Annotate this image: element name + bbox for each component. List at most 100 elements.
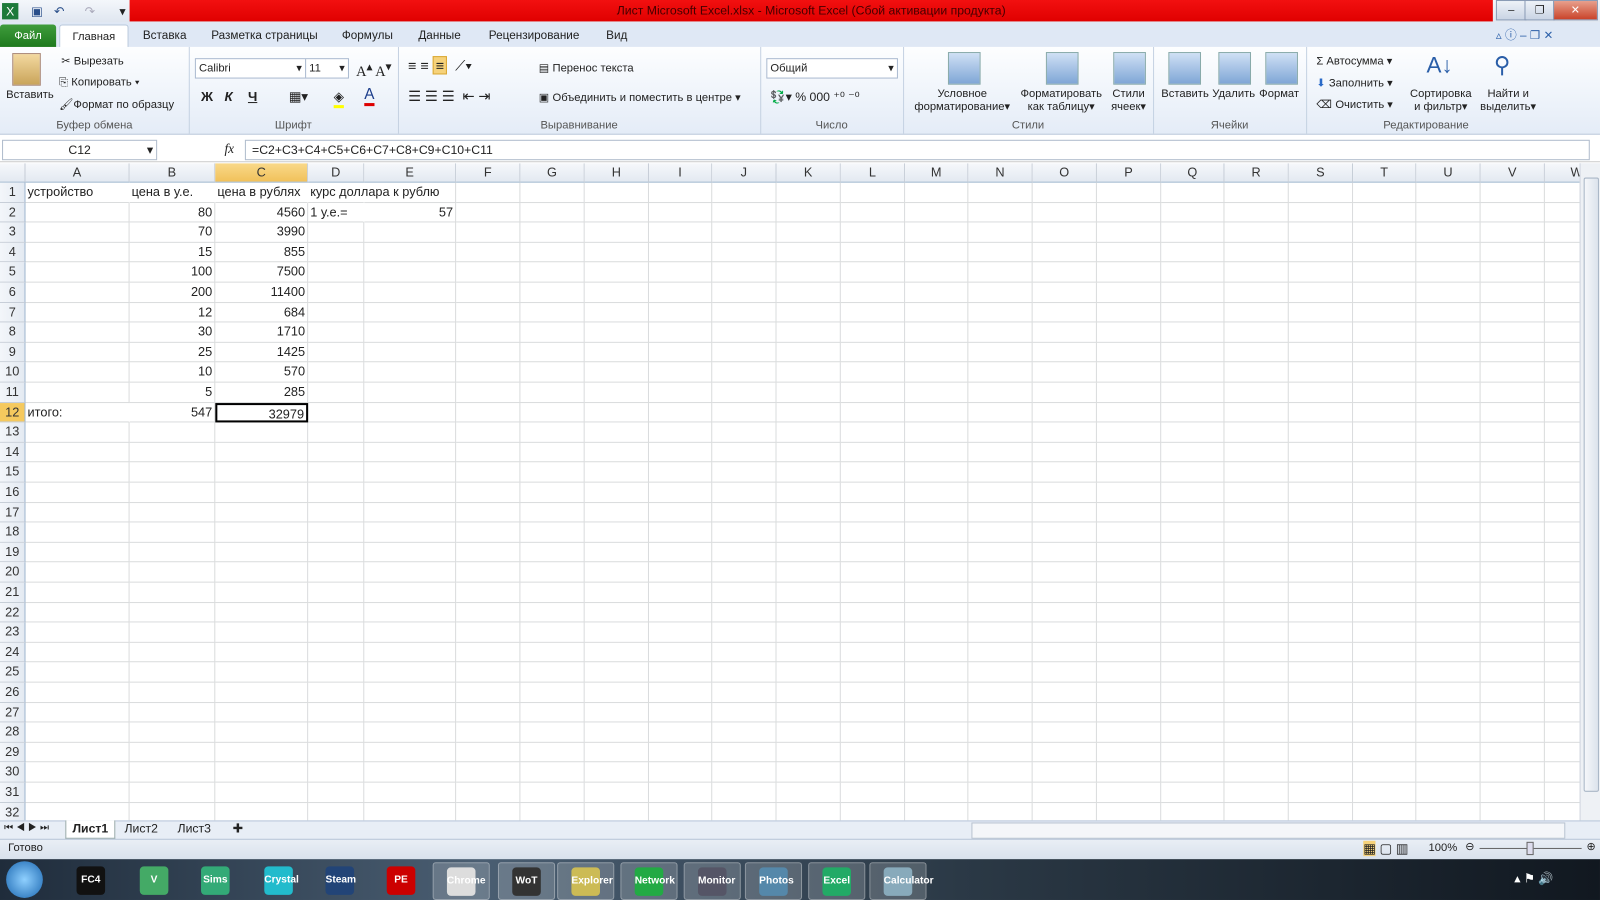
- cell-W32[interactable]: [1545, 803, 1580, 821]
- cell-G13[interactable]: [520, 422, 585, 443]
- cell-J6[interactable]: [712, 282, 777, 303]
- cell-W10[interactable]: [1544, 363, 1580, 383]
- cell-U22[interactable]: [1416, 602, 1481, 623]
- cell-G25[interactable]: [520, 662, 585, 683]
- cell-B13[interactable]: [129, 422, 216, 443]
- paste-button[interactable]: Вставить: [6, 89, 54, 101]
- start-button[interactable]: [6, 861, 43, 898]
- sheet-tab-2[interactable]: Лист2: [118, 820, 164, 837]
- cell-Q24[interactable]: [1161, 642, 1225, 663]
- cell-T26[interactable]: [1353, 682, 1417, 703]
- cell-F27[interactable]: [456, 702, 521, 723]
- cell-S31[interactable]: [1288, 782, 1354, 803]
- cell-Q4[interactable]: [1161, 242, 1225, 263]
- cell-M28[interactable]: [905, 722, 969, 743]
- cell-B2[interactable]: 80: [129, 202, 216, 223]
- cell-L2[interactable]: [840, 202, 906, 223]
- row-header-2[interactable]: 2: [0, 202, 26, 223]
- cell-L27[interactable]: [840, 702, 906, 723]
- cell-P11[interactable]: [1096, 382, 1162, 403]
- cell-D25[interactable]: [308, 662, 365, 683]
- cell-E17[interactable]: [364, 502, 457, 523]
- cell-T11[interactable]: [1353, 382, 1417, 403]
- cell-H7[interactable]: [584, 302, 649, 323]
- cell-A31[interactable]: [25, 782, 130, 803]
- cell-N25[interactable]: [968, 662, 1033, 683]
- cell-L6[interactable]: [840, 282, 906, 303]
- cell-K31[interactable]: [776, 782, 841, 803]
- cell-Q31[interactable]: [1161, 782, 1225, 803]
- cell-C12[interactable]: 32979: [215, 402, 309, 423]
- cell-K24[interactable]: [776, 642, 841, 663]
- cell-S4[interactable]: [1288, 242, 1354, 263]
- cell-E3[interactable]: [364, 222, 457, 243]
- cell-R11[interactable]: [1224, 382, 1289, 403]
- cell-K20[interactable]: [776, 562, 841, 583]
- cell-U9[interactable]: [1416, 342, 1481, 363]
- cell-W7[interactable]: [1544, 303, 1580, 323]
- cell-W16[interactable]: [1544, 483, 1580, 503]
- cell-M12[interactable]: [905, 402, 969, 423]
- cell-I27[interactable]: [648, 702, 713, 723]
- row-header-5[interactable]: 5: [0, 262, 26, 283]
- autosum-button[interactable]: Σ Автосумма ▾: [1316, 54, 1392, 67]
- cell-S15[interactable]: [1288, 462, 1354, 483]
- cell-R18[interactable]: [1224, 522, 1289, 543]
- cell-P7[interactable]: [1096, 302, 1162, 323]
- cell-P8[interactable]: [1096, 322, 1162, 343]
- cell-J3[interactable]: [712, 222, 777, 243]
- cell-P13[interactable]: [1096, 422, 1162, 443]
- cell-O22[interactable]: [1032, 602, 1097, 623]
- cell-D31[interactable]: [308, 782, 365, 803]
- column-header-L[interactable]: L: [840, 163, 906, 183]
- cell-S23[interactable]: [1288, 622, 1354, 643]
- cell-O1[interactable]: [1032, 182, 1097, 203]
- number-format-select[interactable]: Общий ▾: [766, 58, 898, 79]
- cell-I13[interactable]: [648, 422, 713, 443]
- cell-Q27[interactable]: [1161, 702, 1225, 723]
- row-header-25[interactable]: 25: [0, 662, 26, 683]
- sheet-tab-1[interactable]: Лист1: [65, 820, 116, 839]
- cell-A1[interactable]: устройство: [25, 183, 130, 203]
- cell-R26[interactable]: [1224, 682, 1289, 703]
- cell-D5[interactable]: [308, 262, 365, 283]
- cell-Q15[interactable]: [1161, 462, 1225, 483]
- cell-I18[interactable]: [648, 522, 713, 543]
- cell-M9[interactable]: [905, 342, 969, 363]
- cell-T14[interactable]: [1353, 442, 1417, 463]
- cell-T9[interactable]: [1353, 342, 1417, 363]
- cell-E26[interactable]: [364, 682, 457, 703]
- thousands-button[interactable]: 000: [810, 90, 830, 104]
- column-header-D[interactable]: D: [308, 163, 365, 183]
- row-header-9[interactable]: 9: [0, 342, 26, 363]
- cell-L20[interactable]: [840, 562, 906, 583]
- cell-U15[interactable]: [1416, 462, 1481, 483]
- cell-M29[interactable]: [905, 742, 969, 763]
- cell-E19[interactable]: [364, 542, 457, 563]
- cell-P31[interactable]: [1096, 782, 1162, 803]
- cell-Q32[interactable]: [1161, 802, 1225, 821]
- cell-O25[interactable]: [1032, 662, 1097, 683]
- cell-G23[interactable]: [520, 622, 585, 643]
- cell-K5[interactable]: [776, 262, 841, 283]
- cell-G19[interactable]: [520, 542, 585, 563]
- cell-H31[interactable]: [584, 782, 649, 803]
- cell-H14[interactable]: [584, 442, 649, 463]
- cell-G24[interactable]: [520, 642, 585, 663]
- vertical-align-icons[interactable]: ≡ ≡ ≡ ⟋▾: [408, 56, 472, 75]
- cell-N21[interactable]: [968, 582, 1033, 603]
- cell-Q21[interactable]: [1161, 582, 1225, 603]
- percent-button[interactable]: %: [795, 90, 806, 104]
- cell-D7[interactable]: [308, 302, 365, 323]
- cell-W19[interactable]: [1544, 543, 1580, 563]
- cell-F17[interactable]: [456, 502, 521, 523]
- cell-G29[interactable]: [520, 742, 585, 763]
- cell-I2[interactable]: [648, 202, 713, 223]
- cell-A9[interactable]: [25, 342, 130, 363]
- cell-N3[interactable]: [968, 222, 1033, 243]
- column-header-I[interactable]: I: [648, 163, 713, 183]
- cell-O24[interactable]: [1032, 642, 1097, 663]
- cell-P28[interactable]: [1096, 722, 1162, 743]
- cell-N13[interactable]: [968, 422, 1033, 443]
- cell-B7[interactable]: 12: [129, 302, 216, 323]
